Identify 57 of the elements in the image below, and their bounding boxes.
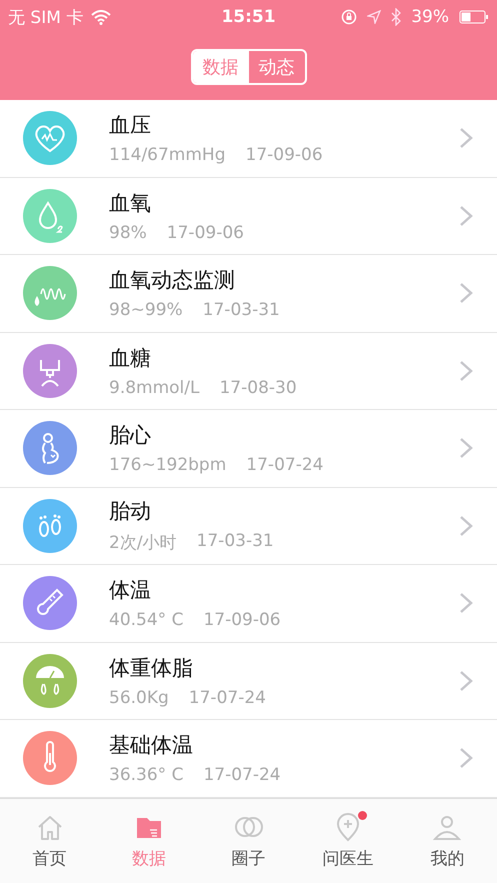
record-title: 血氧 [109, 190, 152, 217]
record-title: 基础体温 [109, 732, 194, 760]
record-title: 体温 [109, 577, 152, 604]
chevron-right-icon [459, 360, 473, 382]
chevron-right-icon [459, 514, 473, 537]
record-title: 胎动 [109, 498, 152, 526]
record-row[interactable]: 血氧动态监测 98~99% 17-03-31 [0, 255, 497, 332]
chevron-right-icon [459, 282, 473, 304]
tab-bar-item[interactable]: 圈子 [198, 798, 298, 883]
record-date: 17-08-30 [219, 378, 297, 398]
record-date: 17-07-24 [246, 455, 324, 476]
record-row[interactable]: 血压 114/67mmHg 17-09-06 [0, 100, 497, 178]
wifi-icon [91, 10, 112, 24]
record-title: 体重体脂 [109, 654, 194, 682]
record-title: 血压 [109, 112, 152, 140]
record-date: 17-09-06 [246, 145, 323, 166]
carrier-label: 无 SIM 卡 [8, 6, 84, 28]
tab-bar-item[interactable]: 首页 [0, 798, 100, 883]
record-value: 9.8mmol/L [109, 378, 200, 398]
record-row[interactable]: 胎心 176~192bpm 17-07-24 [0, 410, 497, 488]
record-row[interactable]: 体温 40.54° C 17-09-06 [0, 565, 497, 642]
location-icon [367, 10, 382, 24]
record-date: 17-09-06 [203, 610, 281, 630]
record-title: 血氧动态监测 [109, 267, 236, 294]
tab-bar-item[interactable]: 问医生 [298, 798, 398, 883]
record-value: 98% [109, 222, 147, 243]
record-value: 114/67mmHg [109, 145, 226, 166]
record-row[interactable]: 血糖 9.8mmol/L 17-08-30 [0, 332, 497, 410]
tab-bar-item[interactable]: 我的 [398, 798, 497, 883]
record-value: 2次/小时 [109, 532, 177, 554]
record-row[interactable]: 体重体脂 56.0Kg 17-07-24 [0, 642, 497, 720]
bluetooth-icon [391, 8, 402, 26]
record-value: 98~99% [109, 300, 183, 320]
chevron-right-icon [459, 437, 473, 460]
record-value: 56.0Kg [109, 688, 169, 708]
record-row[interactable]: 血氧 98% 17-09-06 [0, 178, 497, 255]
chevron-right-icon [459, 204, 473, 227]
chevron-right-icon [459, 127, 473, 150]
chevron-right-icon [459, 592, 473, 614]
record-value: 40.54° C [109, 610, 184, 630]
record-date: 17-09-06 [166, 222, 244, 243]
record-date: 17-03-31 [196, 531, 274, 554]
record-title: 血糖 [109, 344, 152, 372]
record-date: 17-07-24 [203, 765, 281, 786]
rotation-lock-icon [341, 9, 358, 25]
record-title: 胎心 [109, 422, 152, 450]
chevron-right-icon [459, 670, 473, 692]
battery-percent: 39% [411, 7, 449, 27]
record-value: 176~192bpm [109, 455, 226, 476]
battery-icon [459, 10, 489, 24]
status-time: 15:51 [221, 7, 276, 27]
record-value: 36.36° C [109, 765, 184, 786]
record-date: 17-03-31 [202, 300, 280, 320]
chevron-right-icon [459, 747, 473, 770]
record-row[interactable]: 基础体温 36.36° C 17-07-24 [0, 720, 497, 798]
record-row[interactable]: 胎动 2次/小时 17-03-31 [0, 488, 497, 565]
record-date: 17-07-24 [188, 688, 266, 708]
